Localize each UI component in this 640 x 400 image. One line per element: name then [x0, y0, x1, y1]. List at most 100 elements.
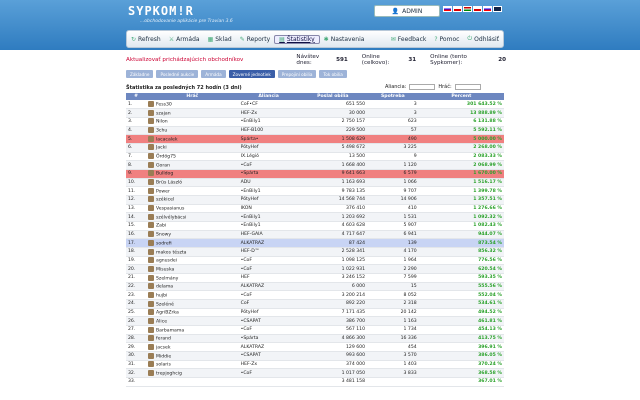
alliance-cell[interactable]: •CoF	[238, 264, 299, 274]
col-rank[interactable]: #	[126, 93, 146, 100]
alliance-cell-text: •Spárta	[240, 171, 259, 177]
flag-ru-icon[interactable]	[483, 6, 492, 12]
player-cell[interactable]: Vespasianus	[146, 204, 239, 214]
alliance-cell[interactable]: •EnBily1	[238, 117, 299, 127]
player-cell[interactable]: Fess30	[146, 100, 239, 110]
alliance-cell[interactable]: IX.Légió	[238, 152, 299, 162]
nav-report[interactable]: ✎ Reporty	[236, 36, 274, 43]
nav-logout[interactable]: ⏻ Odhlásiť	[463, 35, 503, 43]
col-consumption[interactable]: Spotreba	[367, 93, 419, 100]
player-cell[interactable]: trepjoghcig	[146, 368, 239, 378]
alliance-cell[interactable]: •CSAPAT	[238, 351, 299, 361]
alliance-cell[interactable]: •CoF	[238, 368, 299, 378]
alliance-cell[interactable]: HEF-Zx	[238, 360, 299, 370]
player-cell[interactable]: Jacki	[146, 143, 239, 153]
alliance-cell[interactable]: HEF-GAIA	[238, 230, 299, 240]
alliance-cell[interactable]: •Spárta	[238, 169, 299, 179]
player-cell[interactable]: 3chu	[146, 126, 239, 136]
nav-stats[interactable]: ▤ Štatistiky	[274, 34, 320, 44]
rank-cell-text: 32.	[128, 370, 136, 376]
player-cell[interactable]: Ördög75	[146, 152, 239, 162]
alliance-cell[interactable]: CoF	[238, 299, 299, 309]
alliance-cell[interactable]: •EnBily1	[238, 212, 299, 222]
player-cell[interactable]: székicel	[146, 195, 239, 205]
player-cell[interactable]: AgriBZrka	[146, 308, 239, 318]
player-cell[interactable]: Bulldog	[146, 169, 239, 179]
alliance-cell[interactable]: Spárta•	[238, 134, 299, 144]
alliance-cell[interactable]	[238, 377, 299, 387]
player-cell[interactable]: solaris	[146, 360, 239, 370]
alliance-cell[interactable]: •EnBily1	[238, 221, 299, 231]
player-cell[interactable]: Snowy	[146, 230, 239, 240]
nav-feedback[interactable]: ✉ Feedback	[387, 36, 431, 43]
player-cell[interactable]: ferand	[146, 334, 239, 344]
player-cell[interactable]: szélvélybácsi	[146, 212, 239, 222]
alliance-cell[interactable]: •CoF	[238, 160, 299, 170]
player-cell[interactable]: Brüs László	[146, 178, 239, 188]
sent-cell-text: 2 750 157	[341, 119, 365, 125]
alliance-select[interactable]	[409, 84, 436, 90]
alliance-cell[interactable]: •CoF	[238, 256, 299, 266]
alliance-cell[interactable]: PötyHef	[238, 195, 299, 205]
flag-pl-icon[interactable]	[473, 6, 482, 12]
nav-refresh[interactable]: ↻ Refresh	[127, 36, 165, 43]
col-player[interactable]: Hráč	[146, 93, 239, 100]
alliance-cell[interactable]: •CoF	[238, 325, 299, 335]
user-menu-button[interactable]: 👤 ADMIN	[374, 5, 440, 17]
alliance-cell[interactable]: •CSAPAT	[238, 316, 299, 326]
alliance-cell[interactable]: HEF-Zx	[238, 108, 299, 118]
player-cell[interactable]: sodrefi	[146, 238, 239, 248]
player-cell[interactable]: Alice	[146, 316, 239, 326]
player-cell[interactable]: Szeléné	[146, 299, 239, 309]
tab-1[interactable]: Posledné aukcie	[156, 70, 199, 78]
player-cell[interactable]: jacsek	[146, 342, 239, 352]
tab-3[interactable]: Zoverné jednotiek	[228, 70, 275, 78]
nav-help[interactable]: ? Pomoc	[430, 36, 463, 43]
player-cell[interactable]: delama	[146, 282, 239, 292]
alliance-cell[interactable]: ADU	[238, 178, 299, 188]
alliance-cell[interactable]: HEF-D™	[238, 247, 299, 257]
alliance-cell[interactable]: ALKATRAZ	[238, 342, 299, 352]
flag-cz-icon[interactable]	[453, 6, 462, 12]
nav-army[interactable]: ⚔ Armáda	[165, 36, 204, 43]
nav-warehouse[interactable]: ▦ Sklad	[204, 36, 236, 43]
flag-hu-icon[interactable]	[463, 6, 472, 12]
tab-4[interactable]: Prepojiní obilia	[277, 70, 317, 78]
flag-en-icon[interactable]	[493, 6, 502, 12]
player-cell[interactable]: makos tészta	[146, 247, 239, 257]
alliance-cell[interactable]: PötyHef	[238, 308, 299, 318]
player-cell[interactable]: Middie	[146, 351, 239, 361]
player-cell[interactable]: Power	[146, 186, 239, 196]
player-cell[interactable]: Nilon	[146, 117, 239, 127]
player-cell[interactable]: hujbi	[146, 290, 239, 300]
alliance-cell[interactable]: HEF-B100	[238, 126, 299, 136]
player-cell[interactable]: Misuska	[146, 264, 239, 274]
col-alliance[interactable]: Aliancia	[238, 93, 299, 100]
player-cell[interactable]: szajan	[146, 108, 239, 118]
player-cell[interactable]: agnusdei	[146, 256, 239, 266]
player-cell[interactable]: Barbamama	[146, 325, 239, 335]
tab-0[interactable]: Základne	[126, 70, 154, 78]
player-cell[interactable]: lacacalek	[146, 134, 239, 144]
alliance-cell[interactable]: IKON	[238, 204, 299, 214]
col-percent[interactable]: Percent	[418, 93, 504, 100]
tab-2[interactable]: Armáda	[201, 70, 226, 78]
player-cell[interactable]: Goran	[146, 160, 239, 170]
flag-sk-icon[interactable]	[443, 6, 452, 12]
player-cell[interactable]: Zabi	[146, 221, 239, 231]
nav-settings[interactable]: ✱ Nastavenia	[320, 36, 369, 43]
player-cell[interactable]	[146, 377, 239, 387]
alliance-cell[interactable]: CoF•CF	[238, 100, 299, 110]
col-sent[interactable]: Poslal obilia	[298, 93, 367, 100]
alliance-cell[interactable]: ALKATRAZ	[238, 238, 299, 248]
tab-5[interactable]: Tok obilia	[319, 70, 347, 78]
player-cell[interactable]: Szelmány	[146, 273, 239, 283]
alliance-cell[interactable]: •CoF	[238, 290, 299, 300]
alliance-cell[interactable]: PötyHef	[238, 143, 299, 153]
alliance-cell[interactable]: •Spárta	[238, 334, 299, 344]
alliance-cell[interactable]: ALKATRAZ	[238, 282, 299, 292]
update-traders-link[interactable]: Aktualizovať prichádzajúcich obchodníkov	[126, 57, 282, 63]
alliance-cell[interactable]: •EnBily1	[238, 186, 299, 196]
player-select[interactable]	[454, 84, 481, 90]
alliance-cell[interactable]: HEF	[238, 273, 299, 283]
